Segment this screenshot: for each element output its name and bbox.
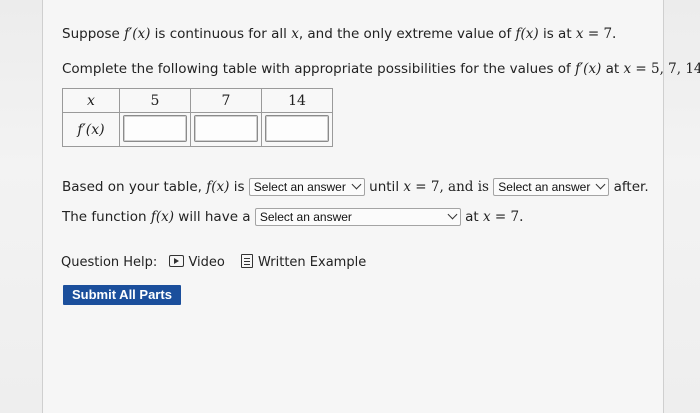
question-line-1: Suppose f′(x) is continuous for all x, a… <box>62 26 617 42</box>
answer-cell-7 <box>190 112 262 147</box>
page: Suppose f′(x) is continuous for all x, a… <box>0 0 700 413</box>
row-fprime-label: f′(x) <box>62 112 120 147</box>
question-line-2: Complete the following table with approp… <box>62 61 700 77</box>
submit-all-parts-button[interactable]: Submit All Parts <box>63 285 181 305</box>
sentence-1: Based on your table, f(x) is Select an a… <box>62 178 649 196</box>
video-link[interactable]: Video <box>188 255 224 270</box>
answer-input-14[interactable] <box>265 115 329 142</box>
answer-input-7[interactable] <box>194 115 258 142</box>
behavior-before-select[interactable]: Select an answer <box>248 178 365 196</box>
table-answer-row: f′(x) <box>62 112 333 147</box>
chevron-down-icon <box>447 209 458 220</box>
question-help: Question Help: Video Written Example <box>61 254 366 270</box>
extreme-type-select[interactable]: Select an answer <box>254 208 461 226</box>
values-table: x 5 7 14 f′(x) <box>62 88 333 147</box>
video-icon[interactable] <box>169 255 185 267</box>
chevron-down-icon <box>351 179 362 190</box>
header-x-7: 7 <box>190 88 262 113</box>
header-x-14: 14 <box>261 88 333 113</box>
written-example-link[interactable]: Written Example <box>258 255 366 270</box>
table-header-row: x 5 7 14 <box>62 88 333 113</box>
answer-input-5[interactable] <box>123 115 187 142</box>
answer-cell-5 <box>119 112 191 147</box>
header-x-5: 5 <box>119 88 191 113</box>
question-help-label: Question Help: <box>61 255 158 270</box>
chevron-down-icon <box>595 179 606 190</box>
answer-cell-14 <box>261 112 333 147</box>
header-x-label: x <box>62 88 120 113</box>
sentence-2: The function f(x) will have a Select an … <box>62 208 524 226</box>
behavior-after-select[interactable]: Select an answer <box>493 178 610 196</box>
document-icon[interactable] <box>241 254 254 268</box>
